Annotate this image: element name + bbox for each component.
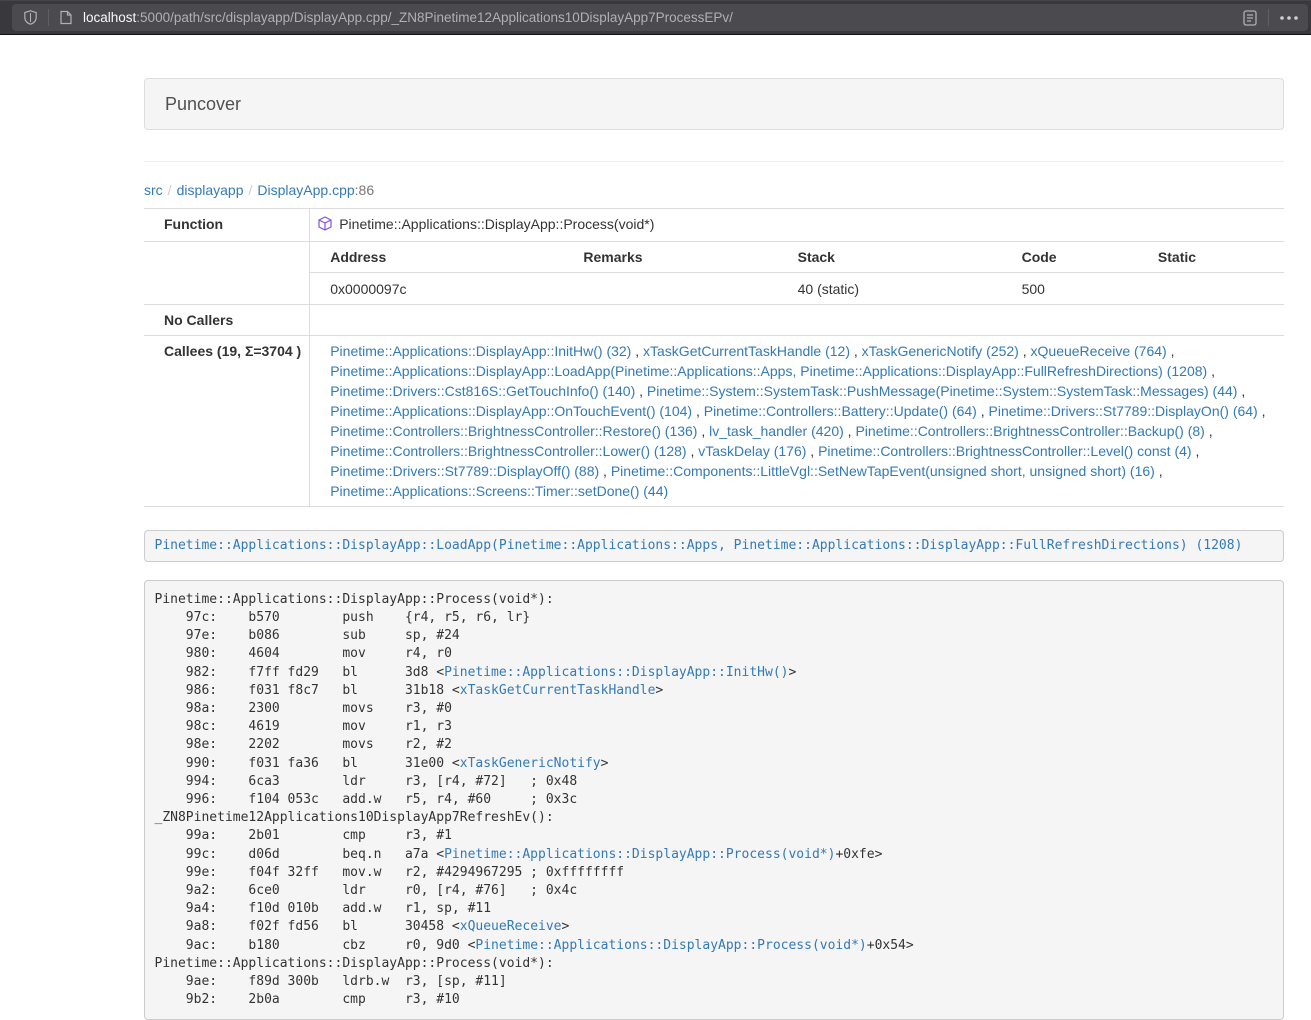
- callee-link[interactable]: Pinetime::Drivers::St7789::DisplayOn() (…: [989, 403, 1258, 419]
- reader-mode-icon[interactable]: [1241, 10, 1259, 26]
- callees-line: Pinetime::Applications::Screens::Timer::…: [330, 481, 1276, 501]
- function-label: Function: [144, 209, 310, 242]
- callee-link[interactable]: Pinetime::Applications::DisplayApp::Load…: [330, 363, 1207, 379]
- stats-remarks: [563, 273, 777, 305]
- stats-header-stack: Stack: [778, 242, 1002, 273]
- callee-link[interactable]: Pinetime::Controllers::BrightnessControl…: [855, 423, 1204, 439]
- function-name-cell: Pinetime::Applications::DisplayApp::Proc…: [310, 209, 1284, 242]
- callees-list: Pinetime::Applications::DisplayApp::Init…: [310, 336, 1284, 507]
- assembly-symbol-link[interactable]: xQueueReceive: [460, 919, 562, 934]
- callees-line: Pinetime::Applications::DisplayApp::Init…: [330, 341, 1276, 361]
- callees-row: Callees (19, Σ=3704 ) Pinetime::Applicat…: [144, 336, 1284, 507]
- assembly-symbol-link[interactable]: Pinetime::Applications::DisplayApp::Init…: [444, 665, 788, 680]
- callee-link[interactable]: Pinetime::System::SystemTask::PushMessag…: [647, 383, 1238, 399]
- shield-icon[interactable]: [22, 10, 39, 25]
- divider: [144, 161, 1284, 162]
- urlbar-divider: [48, 9, 49, 26]
- callee-link[interactable]: Pinetime::Controllers::BrightnessControl…: [818, 443, 1191, 459]
- breadcrumb-link-src[interactable]: src: [144, 182, 163, 198]
- url-path: :5000/path/src/displayapp/DisplayApp.cpp…: [136, 10, 733, 25]
- page-container: Puncover src/displayapp/DisplayApp.cpp:8…: [144, 78, 1284, 1020]
- package-icon: [318, 216, 332, 236]
- callees-line: Pinetime::Applications::DisplayApp::OnTo…: [330, 401, 1276, 421]
- urlbar-divider-right: [1268, 9, 1269, 26]
- stats-address: 0x0000097c: [310, 273, 563, 305]
- stats-table: Address Remarks Stack Code Static 0x0000…: [310, 242, 1284, 304]
- menu-icon[interactable]: [1278, 16, 1300, 20]
- callee-link[interactable]: Pinetime::Controllers::BrightnessControl…: [330, 443, 686, 459]
- stats-row-label: [144, 242, 310, 305]
- callees-line: Pinetime::Applications::DisplayApp::Load…: [330, 361, 1276, 381]
- callee-link[interactable]: xTaskGenericNotify (252): [862, 343, 1019, 359]
- callees-line: Pinetime::Controllers::BrightnessControl…: [330, 441, 1276, 461]
- assembly-symbol-link[interactable]: xTaskGenericNotify: [460, 756, 601, 771]
- stats-header-address: Address: [310, 242, 563, 273]
- stats-value-row: 0x0000097c 40 (static) 500: [310, 273, 1284, 305]
- callees-line: Pinetime::Controllers::BrightnessControl…: [330, 421, 1276, 441]
- stats-header-row: Address Remarks Stack Code Static: [310, 242, 1284, 273]
- assembly-symbol-link[interactable]: xTaskGetCurrentTaskHandle: [460, 683, 656, 698]
- caller-snippet-block: Pinetime::Applications::DisplayApp::Load…: [144, 530, 1284, 562]
- page-icon[interactable]: [58, 10, 74, 25]
- callees-line: Pinetime::Drivers::Cst816S::GetTouchInfo…: [330, 381, 1276, 401]
- callee-link[interactable]: Pinetime::Applications::DisplayApp::Init…: [330, 343, 631, 359]
- stats-code: 500: [1002, 273, 1138, 305]
- callee-link[interactable]: Pinetime::Applications::Screens::Timer::…: [330, 483, 668, 499]
- stats-row: Address Remarks Stack Code Static 0x0000…: [144, 242, 1284, 305]
- callee-link[interactable]: vTaskDelay (176): [698, 443, 806, 459]
- snippet-symbol-link[interactable]: Pinetime::Applications::DisplayApp::Load…: [155, 538, 1243, 553]
- no-callers-label: No Callers: [144, 305, 310, 336]
- breadcrumb-line-number: :86: [355, 182, 374, 198]
- stats-header-code: Code: [1002, 242, 1138, 273]
- symbol-table: Function Pinetime::Applications::Display…: [144, 208, 1284, 507]
- callee-link[interactable]: Pinetime::Drivers::St7789::DisplayOff() …: [330, 463, 599, 479]
- stats-cell: Address Remarks Stack Code Static 0x0000…: [310, 242, 1284, 305]
- url-bar[interactable]: localhost:5000/path/src/displayapp/Displ…: [12, 4, 1308, 31]
- callees-line: Pinetime::Drivers::St7789::DisplayOff() …: [330, 461, 1276, 481]
- stats-stack: 40 (static): [778, 273, 1002, 305]
- breadcrumb-link-file[interactable]: DisplayApp.cpp: [257, 182, 354, 198]
- callees-label: Callees (19, Σ=3704 ): [144, 336, 310, 507]
- no-callers-row: No Callers: [144, 305, 1284, 336]
- callee-link[interactable]: Pinetime::Applications::DisplayApp::OnTo…: [330, 403, 692, 419]
- stats-header-static: Static: [1138, 242, 1284, 273]
- function-row: Function Pinetime::Applications::Display…: [144, 209, 1284, 242]
- breadcrumb-separator: /: [244, 182, 258, 198]
- no-callers-cell: [310, 305, 1284, 336]
- stats-header-remarks: Remarks: [563, 242, 777, 273]
- callee-link[interactable]: Pinetime::Components::LittleVgl::SetNewT…: [611, 463, 1155, 479]
- callee-link[interactable]: Pinetime::Drivers::Cst816S::GetTouchInfo…: [330, 383, 635, 399]
- callee-link[interactable]: Pinetime::Controllers::Battery::Update()…: [704, 403, 977, 419]
- app-header-panel: Puncover: [144, 78, 1284, 130]
- assembly-block: Pinetime::Applications::DisplayApp::Proc…: [144, 580, 1284, 1020]
- callee-link[interactable]: xTaskGetCurrentTaskHandle (12): [643, 343, 850, 359]
- url-host: localhost: [83, 10, 136, 25]
- breadcrumb: src/displayapp/DisplayApp.cpp:86: [144, 180, 1284, 200]
- callee-link[interactable]: lv_task_handler (420): [709, 423, 844, 439]
- page-title: Puncover: [145, 79, 1283, 129]
- callee-link[interactable]: xQueueReceive (764): [1031, 343, 1167, 359]
- breadcrumb-separator: /: [163, 182, 177, 198]
- assembly-symbol-link[interactable]: Pinetime::Applications::DisplayApp::Proc…: [444, 847, 835, 862]
- stats-static: [1138, 273, 1284, 305]
- url-text[interactable]: localhost:5000/path/src/displayapp/Displ…: [83, 10, 1241, 25]
- callee-link[interactable]: Pinetime::Controllers::BrightnessControl…: [330, 423, 697, 439]
- function-name: Pinetime::Applications::DisplayApp::Proc…: [339, 216, 654, 232]
- assembly-symbol-link[interactable]: Pinetime::Applications::DisplayApp::Proc…: [475, 938, 866, 953]
- browser-toolbar: localhost:5000/path/src/displayapp/Displ…: [0, 0, 1311, 35]
- breadcrumb-link-displayapp[interactable]: displayapp: [177, 182, 244, 198]
